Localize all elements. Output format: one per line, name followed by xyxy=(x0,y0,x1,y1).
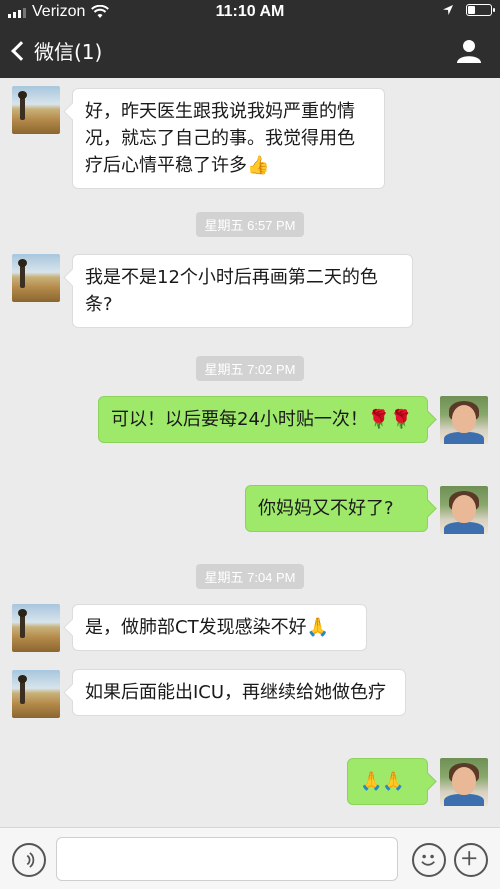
voice-icon[interactable] xyxy=(12,843,46,877)
status-time: 11:10 AM xyxy=(215,3,285,20)
battery-icon xyxy=(466,4,495,16)
chat-area[interactable]: 好，昨天医生跟我说我妈严重的情况，就忘了自己的事。我觉得用色疗后心情平稳了许多👍… xyxy=(0,78,500,827)
message-incoming[interactable]: 是，做肺部CT发现感染不好🙏 xyxy=(72,604,367,651)
timestamp: 星期五 7:02 PM xyxy=(0,356,500,381)
contact-avatar[interactable] xyxy=(12,604,60,652)
user-avatar[interactable] xyxy=(440,396,488,444)
timestamp: 星期五 6:57 PM xyxy=(0,212,500,237)
message-outgoing[interactable]: 可以！以后要每24小时贴一次！🌹🌹 xyxy=(98,396,428,443)
user-avatar[interactable] xyxy=(440,758,488,806)
contact-avatar[interactable] xyxy=(12,254,60,302)
message-input[interactable] xyxy=(56,837,398,881)
location-icon xyxy=(443,5,453,15)
profile-icon[interactable] xyxy=(456,38,482,64)
message-outgoing[interactable]: 你妈妈又不好了? xyxy=(245,485,428,532)
input-bar xyxy=(0,827,500,889)
user-avatar[interactable] xyxy=(440,486,488,534)
message-incoming[interactable]: 如果后面能出ICU，再继续给她做色疗 xyxy=(72,669,406,716)
message-outgoing[interactable]: 🙏🙏 xyxy=(347,758,428,805)
contact-avatar[interactable] xyxy=(12,670,60,718)
chevron-left-icon xyxy=(11,40,31,61)
status-right xyxy=(442,4,495,16)
contact-avatar[interactable] xyxy=(12,86,60,134)
timestamp: 星期五 7:04 PM xyxy=(0,564,500,589)
message-incoming[interactable]: 好，昨天医生跟我说我妈严重的情况，就忘了自己的事。我觉得用色疗后心情平稳了许多👍 xyxy=(72,88,385,189)
status-bar: Verizon 11:10 AM xyxy=(0,0,500,26)
back-label: 微信(1) xyxy=(34,40,103,64)
emoji-icon[interactable] xyxy=(412,843,446,877)
plus-icon[interactable] xyxy=(454,843,488,877)
nav-bar: 微信(1) xyxy=(0,26,500,78)
back-button[interactable]: 微信(1) xyxy=(8,36,102,65)
message-incoming[interactable]: 我是不是12个小时后再画第二天的色条? xyxy=(72,254,413,328)
